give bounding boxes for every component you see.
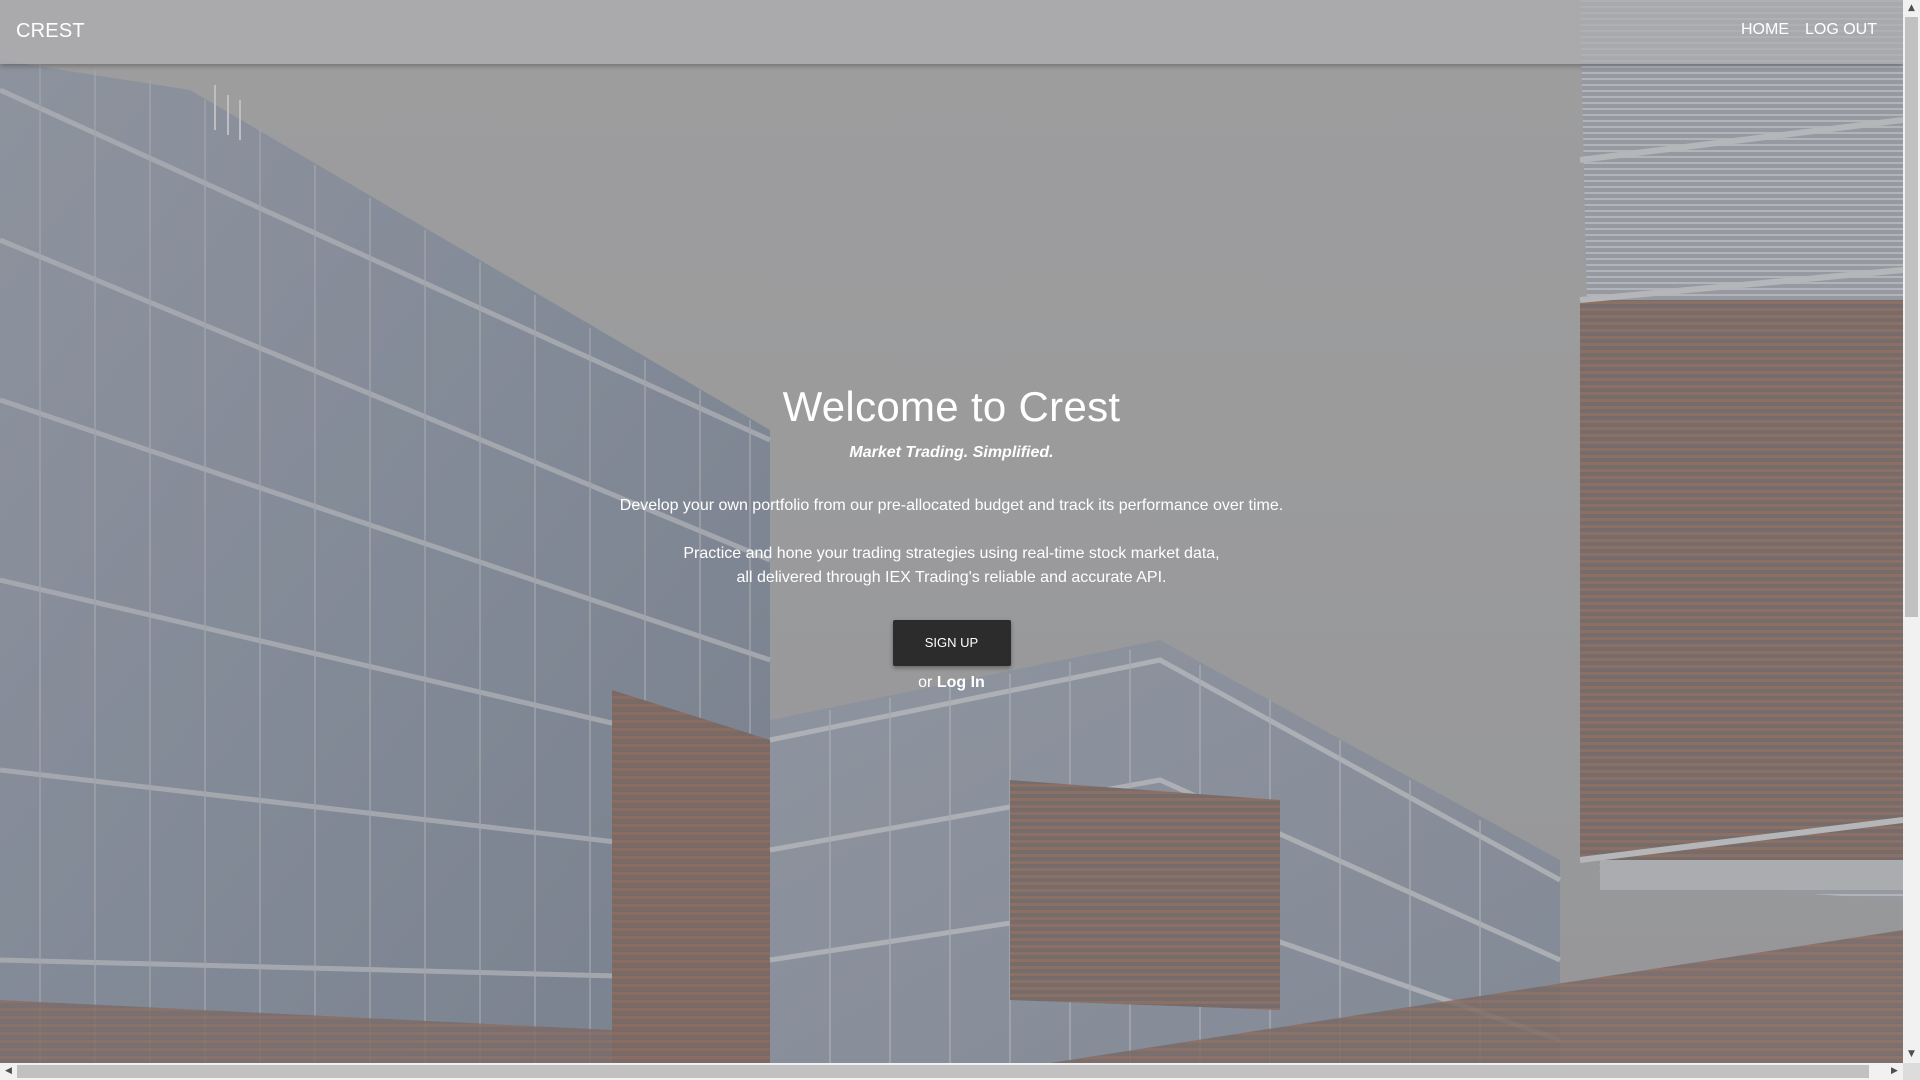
hero-practice-line-1: Practice and hone your trading strategie…	[683, 545, 1220, 562]
login-line: or Log In	[0, 674, 1903, 692]
arrow-left-icon[interactable]: ◀	[0, 1063, 17, 1080]
arrow-right-icon[interactable]: ▶	[1886, 1063, 1903, 1080]
hero-description: Develop your own portfolio from our pre-…	[619, 497, 1284, 514]
arrow-down-icon[interactable]: ▼	[1903, 1046, 1920, 1063]
hero-section: Welcome to Crest Market Trading. Simplif…	[0, 376, 1903, 692]
top-navbar: CREST HOME LOG OUT	[0, 0, 1903, 64]
horizontal-scrollbar[interactable]: ◀ ▶	[0, 1063, 1903, 1080]
nav-home-link[interactable]: HOME	[1741, 21, 1789, 39]
scrollbar-corner	[1903, 1063, 1920, 1080]
nav-logout-link[interactable]: LOG OUT	[1805, 21, 1877, 39]
login-link[interactable]: Log In	[937, 674, 985, 691]
hero-title: Welcome to Crest	[782, 383, 1121, 430]
signup-button[interactable]: SIGN UP	[892, 620, 1011, 666]
hero-practice-line-2: all delivered through IEX Trading's reli…	[736, 569, 1167, 586]
or-text: or	[918, 674, 933, 691]
hero-tagline: Market Trading. Simplified.	[849, 444, 1054, 461]
horizontal-scrollbar-thumb[interactable]	[17, 1065, 1869, 1078]
hero-practice-text: Practice and hone your trading strategie…	[0, 542, 1903, 590]
vertical-scrollbar[interactable]: ▲ ▼	[1903, 0, 1920, 1063]
arrow-up-icon[interactable]: ▲	[1903, 0, 1920, 17]
brand-logo[interactable]: CREST	[16, 20, 85, 43]
page-viewport: CREST HOME LOG OUT Welcome to Crest Mark…	[0, 0, 1903, 1063]
nav-links: HOME LOG OUT	[1741, 21, 1877, 39]
vertical-scrollbar-thumb[interactable]	[1905, 17, 1918, 617]
